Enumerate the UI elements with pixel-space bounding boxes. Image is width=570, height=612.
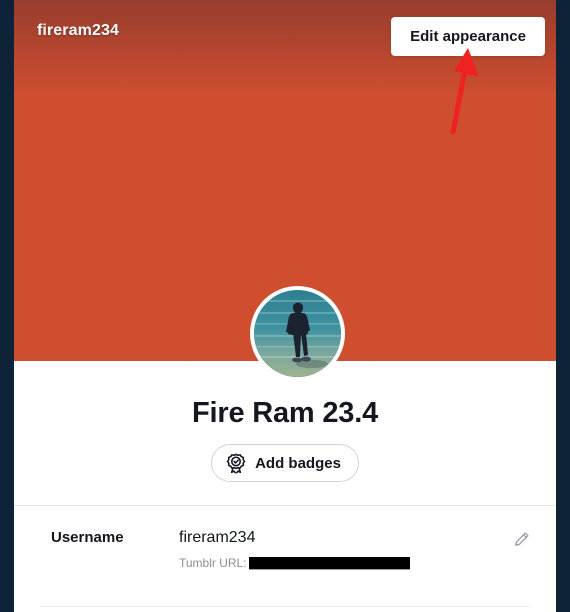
brick <box>382 54 556 114</box>
username-value: fireram234 <box>179 529 256 546</box>
brick-row <box>14 122 556 198</box>
username-label: Username <box>51 529 124 546</box>
brick <box>104 0 280 38</box>
settings-row-username: Username fireram234 Tumblr URL: <box>14 506 556 570</box>
tumblr-url-label: Tumblr URL: <box>179 556 247 571</box>
username-edit-button[interactable] <box>498 528 544 553</box>
app-window: fireram234 Edit appearance Fire Ram 23.4… <box>0 0 570 612</box>
tumblr-url-line: Tumblr URL: <box>179 556 498 570</box>
add-badges-row: Add badges <box>14 444 556 482</box>
brick <box>476 130 556 190</box>
profile-card: fireram234 Edit appearance Fire Ram 23.4… <box>14 0 556 612</box>
avatar-photo <box>254 290 341 377</box>
add-badges-label: Add badges <box>255 454 341 472</box>
edit-appearance-button[interactable]: Edit appearance <box>391 17 545 56</box>
brick-row <box>14 46 556 122</box>
brick <box>196 206 372 266</box>
brick <box>14 54 186 114</box>
row-divider <box>41 606 529 608</box>
pencil-icon <box>512 530 531 552</box>
brick-row <box>14 198 556 274</box>
award-rosette-check-icon <box>225 452 247 474</box>
profile-body: Fire Ram 23.4 Add badges Username firera… <box>14 361 556 608</box>
brick <box>14 206 186 266</box>
header-username-handle: fireram234 <box>37 22 119 39</box>
brick <box>104 130 280 190</box>
brick <box>382 206 556 266</box>
avatar[interactable] <box>250 286 345 381</box>
username-value-block: fireram234 Tumblr URL: <box>179 528 498 570</box>
brick <box>14 282 94 342</box>
brick <box>476 282 556 342</box>
brick <box>290 130 466 190</box>
brick <box>196 54 372 114</box>
tumblr-url-redacted-value <box>248 556 410 570</box>
brick <box>14 130 94 190</box>
add-badges-button[interactable]: Add badges <box>211 444 359 482</box>
